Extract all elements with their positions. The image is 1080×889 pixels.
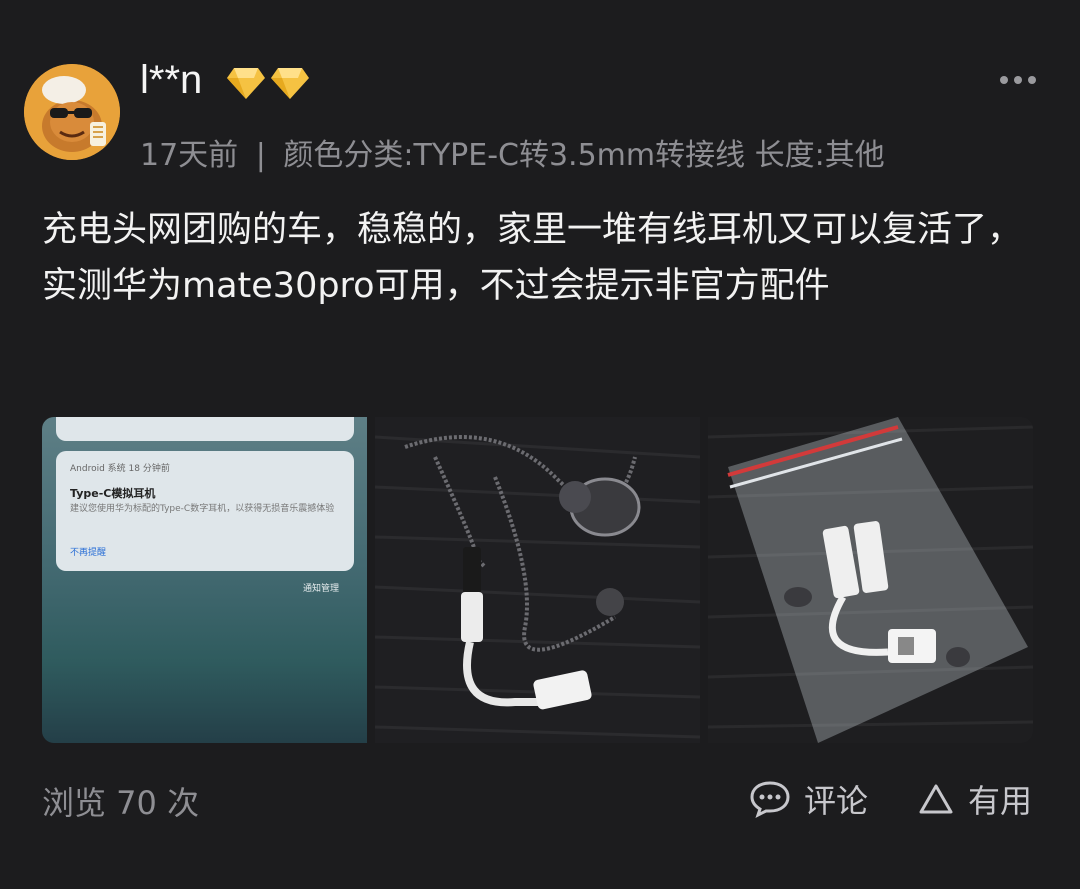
- useful-button[interactable]: 有用: [918, 776, 1032, 822]
- vip-badges: [226, 66, 310, 100]
- meta-separator: |: [255, 138, 266, 173]
- photo-packaged-adapter[interactable]: [708, 417, 1033, 743]
- bag-photo-illustration: [708, 417, 1033, 743]
- comment-button[interactable]: 评论: [750, 776, 868, 822]
- photo-cable-headphones[interactable]: [375, 417, 700, 743]
- notification-body: 建议您使用华为标配的Type-C数字耳机，以获得无损音乐震撼体验: [70, 504, 335, 514]
- username[interactable]: l**n: [140, 58, 202, 103]
- notification-title: Type-C模拟耳机: [70, 487, 156, 500]
- diamond-badge-icon: [227, 68, 265, 99]
- comment-bubble-icon: [750, 781, 790, 818]
- post-time: 17天前: [140, 138, 239, 173]
- notification-manage: 通知管理: [302, 584, 339, 594]
- product-variant: 颜色分类:TYPE-C转3.5mm转接线 长度:其他: [283, 138, 885, 173]
- cable-photo-illustration: [375, 435, 700, 739]
- avatar[interactable]: [24, 64, 120, 160]
- post-meta: 17天前 | 颜色分类:TYPE-C转3.5mm转接线 长度:其他: [140, 130, 885, 174]
- diamond-badge-icon: [271, 68, 309, 99]
- avatar-illustration: [24, 64, 120, 160]
- photo-gallery: Android 系统 18 分钟前 Type-C模拟耳机 建议您使用华为标配的T…: [42, 417, 1034, 743]
- more-dots-icon[interactable]: [1000, 76, 1036, 84]
- useful-label: 有用: [967, 782, 1032, 820]
- notification-card-top: [56, 417, 354, 441]
- comment-label: 评论: [803, 782, 868, 820]
- post-content: 充电头网团购的车，稳稳的，家里一堆有线耳机又可以复活了，实测华为mate30pr…: [42, 210, 1023, 306]
- triangle-up-icon: [919, 784, 953, 814]
- action-bar: 评论 有用: [750, 776, 1032, 822]
- notification-dismiss: 不再提醒: [70, 548, 107, 558]
- view-count: 浏览 70 次: [42, 784, 200, 822]
- notification-header: Android 系统 18 分钟前: [70, 464, 170, 474]
- photo-screenshot[interactable]: Android 系统 18 分钟前 Type-C模拟耳机 建议您使用华为标配的T…: [42, 417, 367, 743]
